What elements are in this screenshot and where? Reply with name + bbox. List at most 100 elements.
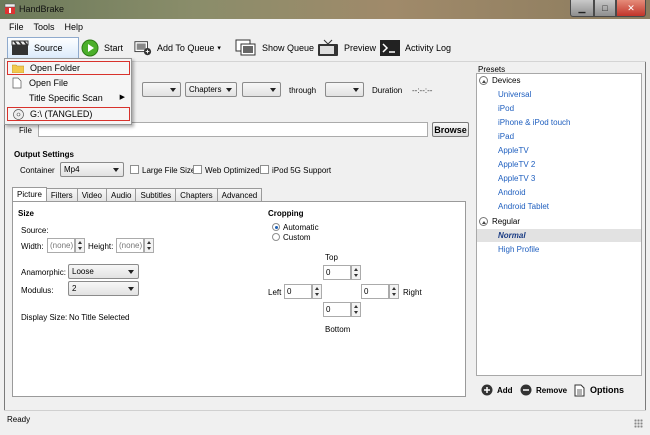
crop-left-stepper[interactable]: [312, 284, 322, 299]
chapter-end-combo[interactable]: [325, 82, 364, 97]
preset-android[interactable]: Android: [477, 186, 641, 199]
crop-left-label: Left: [268, 288, 282, 297]
tab-picture[interactable]: Picture: [12, 187, 47, 201]
minimize-button[interactable]: ▁: [570, 0, 594, 17]
title-specific-scan-menu-item[interactable]: Title Specific Scan ▶: [7, 91, 130, 105]
crop-bottom-stepper[interactable]: [351, 302, 361, 317]
width-stepper[interactable]: [75, 238, 85, 253]
collapse-icon[interactable]: [479, 217, 488, 226]
preset-normal[interactable]: Normal: [477, 229, 641, 242]
crop-automatic-label: Automatic: [283, 223, 319, 232]
tab-chapters[interactable]: Chapters: [175, 188, 218, 201]
tab-subtitles[interactable]: Subtitles: [135, 188, 177, 201]
anamorphic-combo[interactable]: Loose: [68, 264, 139, 279]
crop-top-input[interactable]: 0: [323, 265, 351, 280]
terminal-icon: [380, 39, 400, 57]
presets-panel: Devices Universal iPod iPhone & iPod tou…: [476, 73, 642, 376]
preset-group-devices[interactable]: Devices: [479, 74, 520, 87]
height-label: Height:: [88, 242, 114, 251]
show-queue-button[interactable]: Show Queue: [235, 37, 314, 59]
menu-tools[interactable]: Tools: [29, 19, 60, 35]
menu-help[interactable]: Help: [60, 19, 89, 35]
menu-file[interactable]: File: [4, 19, 29, 35]
display-size-value: No Title Selected: [69, 313, 130, 322]
tv-icon: [317, 39, 339, 57]
collapse-icon[interactable]: [479, 76, 488, 85]
preview-label: Preview: [344, 43, 377, 53]
start-button[interactable]: Start: [81, 37, 123, 59]
resize-grip-icon[interactable]: [634, 419, 643, 428]
drive-menu-item[interactable]: G:\ (TANGLED): [7, 107, 130, 121]
crop-right-label: Right: [403, 288, 422, 297]
anamorphic-value: Loose: [72, 267, 94, 276]
open-folder-menu-item[interactable]: Open Folder: [7, 61, 130, 75]
container-combo[interactable]: Mp4: [60, 162, 124, 177]
tab-advanced[interactable]: Advanced: [216, 188, 263, 201]
large-file-checkbox[interactable]: [130, 165, 139, 174]
preview-button[interactable]: Preview: [317, 37, 376, 59]
web-optimized-label: Web Optimized: [205, 166, 260, 175]
activity-log-button[interactable]: Activity Log: [380, 37, 451, 59]
web-optimized-checkbox[interactable]: [193, 165, 202, 174]
clapperboard-icon: [11, 39, 29, 57]
options-label: Options: [590, 385, 624, 395]
crop-right-input[interactable]: 0: [361, 284, 389, 299]
add-to-queue-arrow[interactable]: ▾: [217, 44, 221, 52]
chapters-mode-combo[interactable]: Chapters: [185, 82, 237, 97]
window-title: HandBrake: [19, 4, 65, 14]
add-to-queue-button[interactable]: Add To Queue ▾: [134, 37, 221, 59]
preset-appletv[interactable]: AppleTV: [477, 144, 641, 157]
preset-ipod[interactable]: iPod: [477, 102, 641, 115]
title-bar: HandBrake ▁ □ ✕: [0, 0, 650, 19]
crop-top-label: Top: [325, 253, 338, 262]
add-label: Add: [497, 385, 513, 395]
open-folder-label: Open Folder: [30, 63, 81, 73]
status-bar: Ready: [4, 410, 646, 431]
height-input[interactable]: (none): [116, 238, 144, 253]
add-queue-icon: [134, 39, 152, 57]
height-stepper[interactable]: [144, 238, 154, 253]
close-button[interactable]: ✕: [616, 0, 646, 17]
preset-iphone-ipod-touch[interactable]: iPhone & iPod touch: [477, 116, 641, 129]
preset-appletv-2[interactable]: AppleTV 2: [477, 158, 641, 171]
crop-left-input[interactable]: 0: [284, 284, 312, 299]
remove-preset-button[interactable]: Remove: [520, 382, 567, 398]
browse-button[interactable]: Browse: [432, 122, 469, 137]
source-size-label: Source:: [21, 226, 49, 235]
tab-audio[interactable]: Audio: [106, 188, 137, 201]
crop-custom-label: Custom: [283, 233, 311, 242]
show-queue-label: Show Queue: [262, 43, 315, 53]
crop-top-stepper[interactable]: [351, 265, 361, 280]
width-input[interactable]: (none): [47, 238, 75, 253]
title-combo[interactable]: [142, 82, 181, 97]
through-label: through: [289, 86, 317, 95]
source-dropdown-menu: Open Folder Open File Title Specific Sca…: [4, 58, 132, 125]
tab-video[interactable]: Video: [76, 188, 108, 201]
preset-high-profile[interactable]: High Profile: [477, 243, 641, 256]
crop-bottom-input[interactable]: 0: [323, 302, 351, 317]
maximize-icon: □: [602, 3, 608, 13]
crop-custom-radio[interactable]: [272, 233, 280, 241]
add-preset-button[interactable]: Add: [481, 382, 513, 398]
modulus-combo[interactable]: 2: [68, 281, 139, 296]
preset-options-button[interactable]: Options: [574, 382, 624, 398]
open-file-menu-item[interactable]: Open File: [7, 76, 130, 90]
ipod-support-checkbox[interactable]: [260, 165, 269, 174]
menu-bar: File Tools Help: [4, 19, 646, 35]
modulus-label: Modulus:: [21, 286, 54, 295]
preset-appletv-3[interactable]: AppleTV 3: [477, 172, 641, 185]
preset-group-regular[interactable]: Regular: [479, 215, 520, 228]
anamorphic-label: Anamorphic:: [21, 268, 66, 277]
source-button[interactable]: Source: [7, 37, 79, 59]
maximize-button[interactable]: □: [594, 0, 616, 17]
crop-right-stepper[interactable]: [389, 284, 399, 299]
chapter-start-combo[interactable]: [242, 82, 281, 97]
ipod-support-label: iPod 5G Support: [272, 166, 332, 175]
crop-automatic-radio[interactable]: [272, 223, 280, 231]
add-to-queue-label: Add To Queue: [157, 43, 215, 53]
cropping-title: Cropping: [268, 209, 304, 218]
preset-ipad[interactable]: iPad: [477, 130, 641, 143]
tab-filters[interactable]: Filters: [45, 188, 78, 201]
preset-universal[interactable]: Universal: [477, 88, 641, 101]
preset-android-tablet[interactable]: Android Tablet: [477, 200, 641, 213]
